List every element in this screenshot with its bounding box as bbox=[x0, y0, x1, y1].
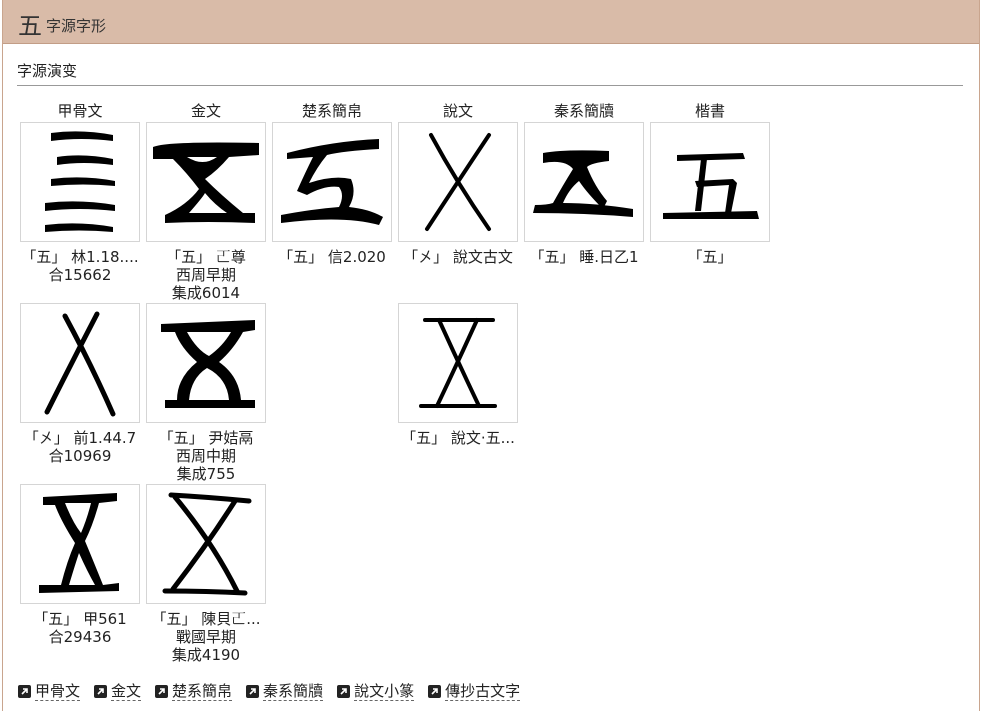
glyph-caption: 「五」 信2.020 bbox=[278, 248, 386, 266]
external-link-icon bbox=[337, 685, 351, 698]
external-link-icon bbox=[18, 685, 31, 698]
section-title: 字源演变 bbox=[17, 62, 78, 80]
bronze-five-rounded-glyph[interactable] bbox=[146, 303, 266, 423]
column-header-oracle: 甲骨文 bbox=[57, 102, 103, 120]
section-divider bbox=[17, 85, 963, 86]
glyph-caption: 「㐅」 前1.44.7 合10969 bbox=[23, 429, 137, 465]
glyph-cell[interactable]: 「㐅」 前1.44.7 合10969 bbox=[20, 303, 140, 465]
bronze-five-thin-glyph[interactable] bbox=[146, 484, 266, 604]
glyph-cell[interactable]: 「五」 𠀀尊 西周早期 集成6014 bbox=[146, 122, 266, 302]
kaishu-five-glyph[interactable] bbox=[650, 122, 770, 242]
glyph-caption: 「五」 bbox=[687, 248, 733, 266]
link-oracle[interactable]: 甲骨文 bbox=[18, 682, 81, 701]
column-header-shuowen: 說文 bbox=[442, 102, 473, 120]
oracle-x-glyph[interactable] bbox=[20, 303, 140, 423]
shuowen-x-glyph[interactable] bbox=[398, 122, 518, 242]
column-header-chu: 楚系簡帛 bbox=[301, 102, 362, 120]
glyph-cell[interactable]: 「五」 陳貝𠀀... 戰國早期 集成4190 bbox=[146, 484, 266, 664]
glyph-caption: 「五」 尹姞鬲 西周中期 集成755 bbox=[158, 429, 254, 483]
glyph-caption: 「五」 陳貝𠀀... 戰國早期 集成4190 bbox=[151, 610, 261, 664]
glyph-caption: 「五」 𠀀尊 西周早期 集成6014 bbox=[166, 248, 246, 302]
glyph-cell[interactable]: 「五」 林1.18.... 合15662 bbox=[20, 122, 140, 284]
glyph-cell[interactable]: 「五」 尹姞鬲 西周中期 集成755 bbox=[146, 303, 266, 483]
link-shuowen-seal[interactable]: 說文小篆 bbox=[337, 682, 415, 701]
glyph-cell[interactable]: 「五」 信2.020 bbox=[272, 122, 392, 266]
external-link-icon bbox=[428, 685, 442, 698]
link-transmitted-ancient[interactable]: 傳抄古文字 bbox=[428, 682, 521, 701]
glyph-cell[interactable]: 「五」 bbox=[650, 122, 770, 266]
glyph-caption: 「五」 說文·五... bbox=[401, 429, 515, 447]
column-header-bronze: 金文 bbox=[190, 102, 221, 120]
column-header-kaishu: 楷書 bbox=[694, 102, 725, 120]
glyph-cell[interactable]: 「五」 說文·五... bbox=[398, 303, 518, 447]
header-title: 字源字形 bbox=[46, 17, 107, 35]
glyph-caption: 「五」 睡.日乙1 bbox=[529, 248, 639, 266]
column-header-qin: 秦系簡牘 bbox=[553, 102, 614, 120]
link-qin[interactable]: 秦系簡牘 bbox=[246, 682, 324, 701]
external-link-icon bbox=[94, 685, 108, 698]
glyph-cell[interactable]: 「㐅」 說文古文 bbox=[398, 122, 518, 266]
external-link-icon bbox=[246, 685, 260, 698]
qin-five-glyph[interactable] bbox=[524, 122, 644, 242]
glyph-caption: 「五」 甲561 合29436 bbox=[33, 610, 127, 646]
glyph-cell[interactable]: 「五」 睡.日乙1 bbox=[524, 122, 644, 266]
link-bronze[interactable]: 金文 bbox=[94, 682, 142, 701]
chu-five-glyph[interactable] bbox=[272, 122, 392, 242]
oracle-five-lines-glyph[interactable] bbox=[20, 122, 140, 242]
glyph-caption: 「㐅」 說文古文 bbox=[403, 248, 513, 266]
oracle-five-hourglass-glyph[interactable] bbox=[20, 484, 140, 604]
link-chu[interactable]: 楚系簡帛 bbox=[155, 682, 233, 701]
bronze-five-hourglass-glyph[interactable] bbox=[146, 122, 266, 242]
script-links: 甲骨文 金文 楚系簡帛 秦系簡牘 說文小篆 傳抄古文字 bbox=[18, 682, 521, 701]
shuowen-five-hourglass-glyph[interactable] bbox=[398, 303, 518, 423]
glyph-caption: 「五」 林1.18.... 合15662 bbox=[21, 248, 139, 284]
header-character: 五 bbox=[18, 12, 42, 40]
external-link-icon bbox=[155, 685, 169, 698]
panel-header: 五 字源字形 bbox=[3, 0, 979, 44]
glyph-cell[interactable]: 「五」 甲561 合29436 bbox=[20, 484, 140, 646]
